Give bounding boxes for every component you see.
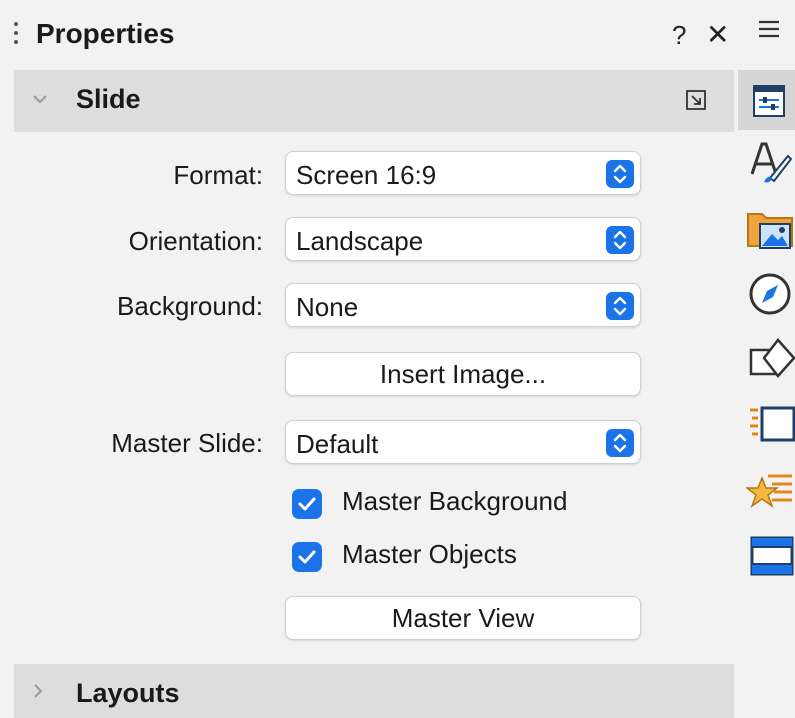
drag-grip-icon[interactable] — [14, 22, 20, 52]
chevron-down-icon — [32, 88, 48, 111]
tab-properties[interactable] — [738, 70, 795, 130]
navigator-icon — [748, 272, 792, 321]
background-label: Background: — [117, 291, 263, 321]
properties-icon — [752, 84, 786, 123]
animation-icon — [744, 472, 794, 517]
panel-titlebar: Properties ? ✕ — [0, 0, 738, 70]
close-button[interactable]: ✕ — [706, 18, 729, 51]
section-label-slide: Slide — [76, 84, 141, 114]
help-button[interactable]: ? — [672, 20, 686, 51]
master-slide-value: Default — [296, 429, 379, 459]
styles-icon — [748, 138, 793, 191]
section-header-layouts[interactable]: Layouts — [14, 664, 734, 718]
master-objects-label: Master Objects — [342, 539, 517, 569]
properties-panel: Properties ? ✕ Slide Format: Screen 16:9… — [0, 0, 738, 718]
master-slides-icon — [750, 536, 794, 581]
tab-navigator[interactable] — [738, 264, 795, 324]
master-background-checkbox[interactable] — [292, 489, 322, 519]
background-value: None — [296, 292, 359, 322]
panel-title: Properties — [36, 18, 175, 49]
section-label-layouts: Layouts — [76, 678, 180, 708]
hamburger-menu-icon[interactable] — [756, 18, 782, 40]
select-stepper-icon — [606, 226, 634, 254]
tab-animation[interactable] — [738, 460, 795, 520]
select-stepper-icon — [606, 429, 634, 457]
orientation-value: Landscape — [296, 226, 424, 256]
more-options-icon[interactable] — [685, 89, 707, 111]
master-slide-label: Master Slide: — [111, 428, 263, 458]
master-objects-checkbox[interactable] — [292, 542, 322, 572]
slide-transition-icon — [748, 404, 795, 449]
section-header-slide[interactable]: Slide — [14, 70, 734, 132]
insert-image-button[interactable]: Insert Image... — [285, 352, 641, 396]
master-background-label: Master Background — [342, 486, 568, 516]
select-stepper-icon — [606, 292, 634, 320]
shapes-icon — [748, 334, 795, 385]
gallery-icon — [746, 208, 794, 255]
select-stepper-icon — [606, 160, 634, 188]
tab-styles[interactable] — [738, 130, 795, 190]
master-view-button[interactable]: Master View — [285, 596, 641, 640]
tab-gallery[interactable] — [738, 198, 795, 258]
chevron-right-icon — [32, 682, 44, 705]
tab-shapes[interactable] — [738, 326, 795, 386]
format-value: Screen 16:9 — [296, 160, 437, 190]
background-select[interactable]: None — [285, 283, 641, 327]
format-label: Format: — [173, 160, 263, 190]
format-select[interactable]: Screen 16:9 — [285, 151, 641, 195]
master-slide-select[interactable]: Default — [285, 420, 641, 464]
tab-slide-transition[interactable] — [738, 394, 795, 454]
tab-master-slides[interactable] — [738, 524, 795, 584]
orientation-label: Orientation: — [128, 226, 263, 256]
orientation-select[interactable]: Landscape — [285, 217, 641, 261]
